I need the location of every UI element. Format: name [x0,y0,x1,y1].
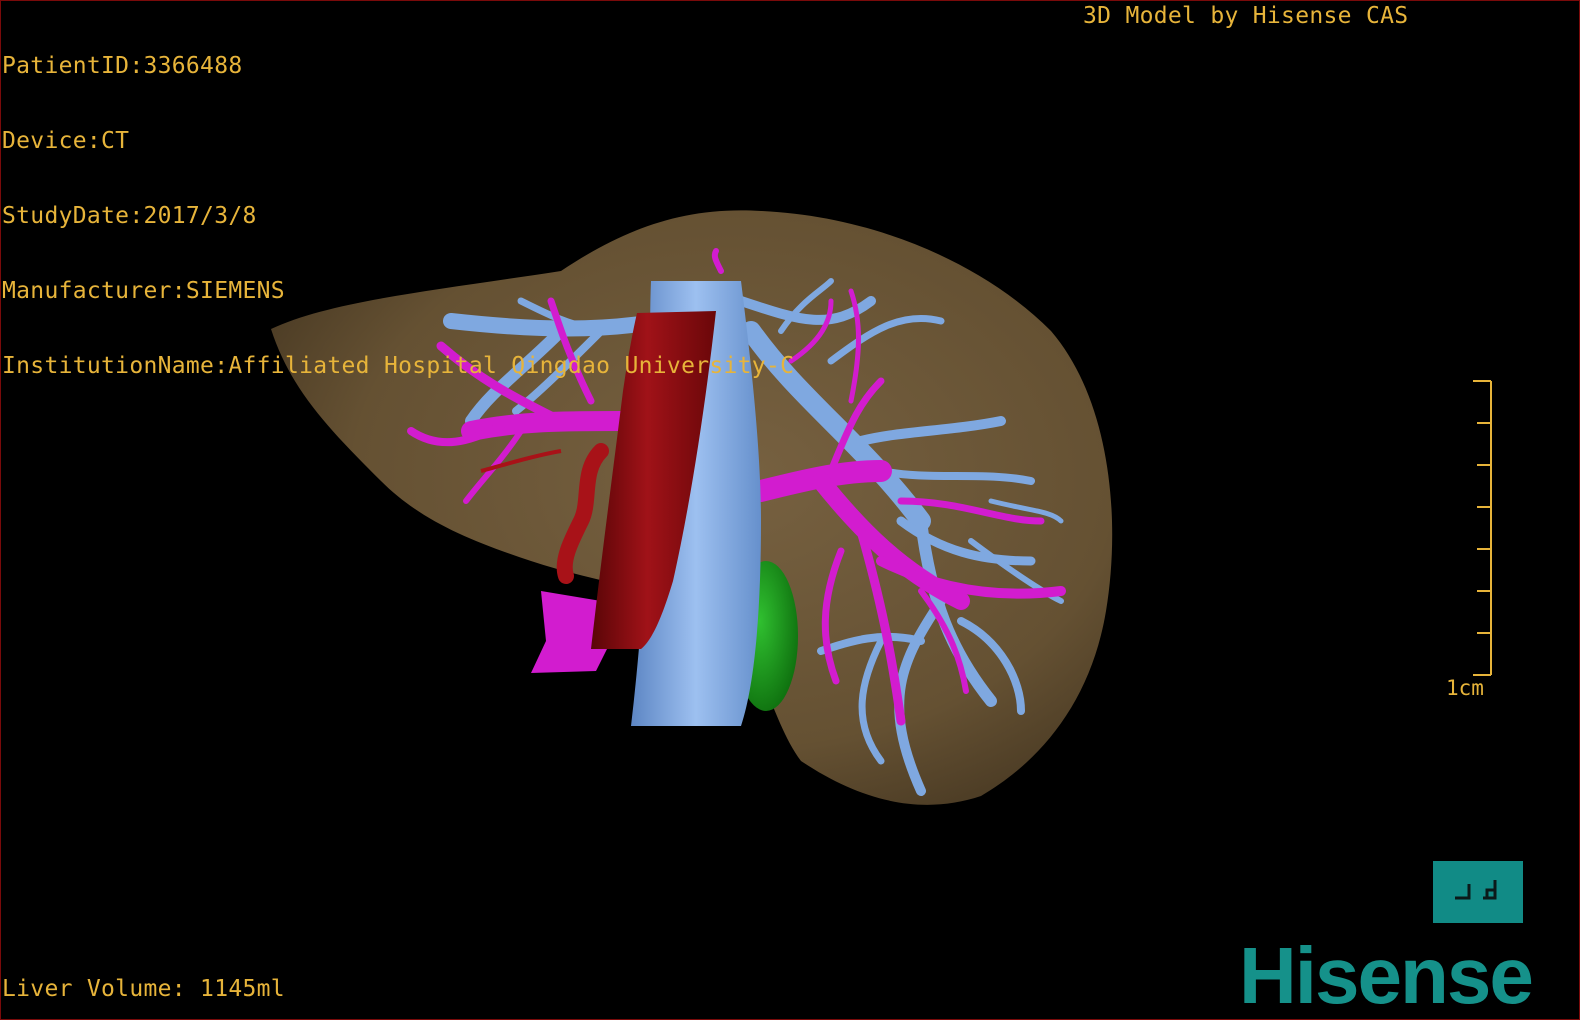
scale-bar-label: 1cm [1446,676,1484,700]
orientation-button[interactable] [1433,861,1523,923]
institution-name: InstitutionName:Affiliated Hospital Qing… [2,353,795,379]
model-credit: 3D Model by Hisense CAS [1083,3,1409,29]
scale-bar [1473,380,1492,676]
lp-orientation-icon [1455,880,1497,900]
manufacturer: Manufacturer:SIEMENS [2,278,285,304]
patient-id: PatientID:3366488 [2,53,243,79]
3d-viewport[interactable]: PatientID:3366488 Device:CT StudyDate:20… [0,0,1580,1020]
liver-volume: Liver Volume: 1145ml [2,976,285,1002]
study-date: StudyDate:2017/3/8 [2,203,257,229]
hisense-logo: Hisense [1239,931,1534,1020]
device: Device:CT [2,128,130,154]
patient-info-overlay: PatientID:3366488 Device:CT StudyDate:20… [2,4,794,429]
